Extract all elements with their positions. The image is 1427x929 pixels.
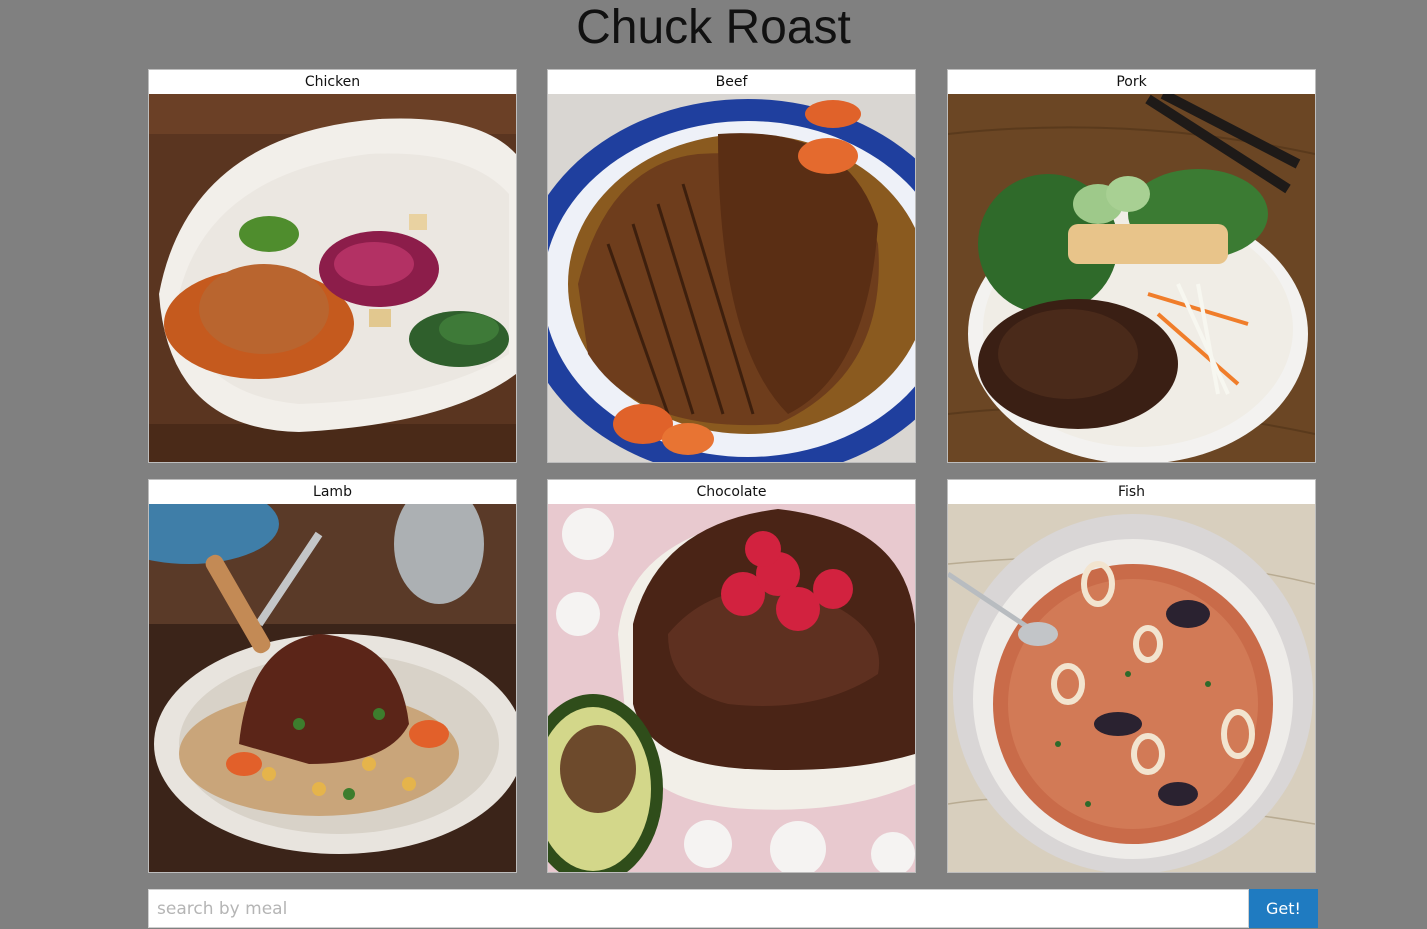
meal-card-lamb[interactable]: Lamb [148,479,517,873]
meal-card-label: Beef [548,70,915,94]
page-title: Chuck Roast [576,1,851,54]
meal-card-pork[interactable]: Pork [947,69,1316,463]
meal-card-label: Pork [948,70,1315,94]
search-input[interactable] [148,889,1249,928]
get-button[interactable]: Get! [1249,889,1318,928]
beef-brisket-photo[interactable] [548,94,915,462]
meal-card-chicken[interactable]: Chicken [148,69,517,463]
meal-card-label: Chocolate [548,480,915,504]
meal-card-chocolate[interactable]: Chocolate [547,479,916,873]
meal-card-label: Lamb [149,480,516,504]
meal-card-fish[interactable]: Fish [947,479,1316,873]
chocolate-pudding-photo[interactable] [548,504,915,872]
meal-card-beef[interactable]: Beef [547,69,916,463]
seafood-stew-photo[interactable] [948,504,1315,872]
lamb-shank-photo[interactable] [149,504,516,872]
search-bar: Get! [148,889,1318,928]
meal-card-label: Fish [948,480,1315,504]
chicken-dish-photo[interactable] [149,94,516,462]
meal-card-label: Chicken [149,70,516,94]
pork-bowl-photo[interactable] [948,94,1315,462]
